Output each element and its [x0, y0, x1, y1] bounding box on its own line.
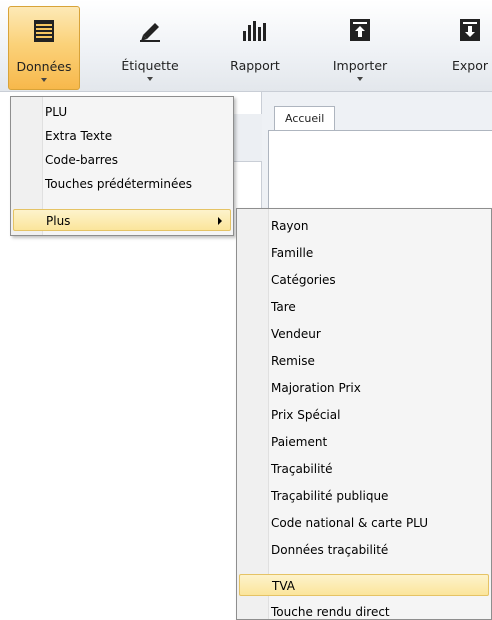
ribbon-button-label: Étiquette — [121, 58, 179, 73]
menu-item-majoration-prix[interactable]: Majoration Prix — [239, 377, 489, 399]
menu-item-tare[interactable]: Tare — [239, 296, 489, 318]
menu-donnees: PLU Extra Texte Code-barres Touches préd… — [10, 96, 234, 236]
tab-accueil[interactable]: Accueil — [274, 106, 336, 130]
menu-item-remise[interactable]: Remise — [239, 350, 489, 372]
menu-item-rayon[interactable]: Rayon — [239, 215, 489, 237]
menu-item-touches-predeterminees[interactable]: Touches prédéterminées — [13, 173, 231, 195]
ribbon-button-rapport[interactable]: Rapport — [215, 6, 295, 90]
pencil-icon — [130, 10, 170, 50]
menu-item-tracabilite-publique[interactable]: Traçabilité publique — [239, 485, 489, 507]
menu-item-label: Plus — [46, 214, 71, 228]
menu-plus: Rayon Famille Catégories Tare Vendeur Re… — [236, 208, 492, 620]
menu-item-categories[interactable]: Catégories — [239, 269, 489, 291]
ribbon-toolbar: Données Étiquette Rapport Importer Expor — [0, 0, 492, 92]
bar-chart-icon — [235, 10, 275, 50]
import-icon — [340, 10, 380, 50]
chevron-down-icon — [147, 77, 153, 81]
chevron-down-icon — [357, 77, 363, 81]
ribbon-button-importer[interactable]: Importer — [320, 6, 400, 90]
menu-item-code-national-carte-plu[interactable]: Code national & carte PLU — [239, 512, 489, 534]
menu-item-extra-texte[interactable]: Extra Texte — [13, 125, 231, 147]
ribbon-button-donnees[interactable]: Données — [8, 6, 80, 90]
menu-item-code-barres[interactable]: Code-barres — [13, 149, 231, 171]
ribbon-button-label: Données — [16, 59, 72, 74]
chevron-right-icon — [218, 217, 222, 225]
menu-item-paiement[interactable]: Paiement — [239, 431, 489, 453]
menu-item-plus[interactable]: Plus — [13, 209, 231, 231]
menu-item-donnees-tracabilite[interactable]: Données traçabilité — [239, 539, 489, 561]
ribbon-button-etiquette[interactable]: Étiquette — [110, 6, 190, 90]
menu-item-tva[interactable]: TVA — [239, 574, 489, 596]
menu-item-touche-rendu-direct[interactable]: Touche rendu direct — [239, 601, 489, 620]
menu-item-famille[interactable]: Famille — [239, 242, 489, 264]
ribbon-button-label: Expor — [451, 58, 489, 73]
export-icon — [450, 10, 490, 50]
menu-item-vendeur[interactable]: Vendeur — [239, 323, 489, 345]
menu-item-tracabilite[interactable]: Traçabilité — [239, 458, 489, 480]
table-icon — [24, 11, 64, 51]
ribbon-button-exporter[interactable]: Expor — [440, 6, 492, 90]
ribbon-button-label: Rapport — [230, 58, 280, 73]
chevron-down-icon — [41, 78, 47, 82]
menu-item-prix-special[interactable]: Prix Spécial — [239, 404, 489, 426]
menu-item-plu[interactable]: PLU — [13, 101, 231, 123]
ribbon-button-label: Importer — [332, 58, 388, 73]
pane-splitter[interactable] — [232, 114, 262, 162]
